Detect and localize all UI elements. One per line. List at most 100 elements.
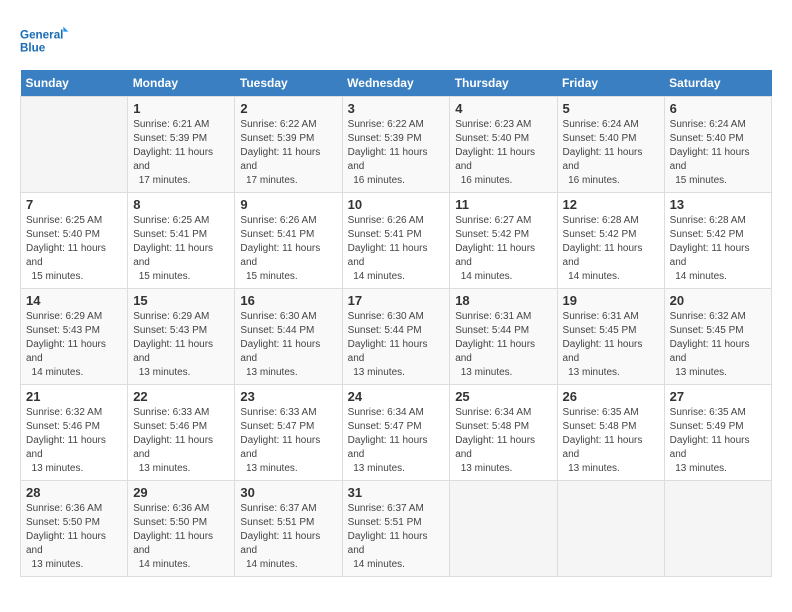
day-number: 6	[670, 101, 766, 116]
sunrise-label: Sunrise: 6:22 AM	[348, 119, 424, 130]
calendar-cell	[557, 481, 664, 577]
sunset-label: Sunset: 5:41 PM	[348, 229, 422, 240]
calendar-cell	[450, 481, 557, 577]
day-info: Sunrise: 6:30 AM Sunset: 5:44 PM Dayligh…	[240, 310, 336, 380]
day-info: Sunrise: 6:34 AM Sunset: 5:48 PM Dayligh…	[455, 406, 551, 476]
calendar-cell: 5 Sunrise: 6:24 AM Sunset: 5:40 PM Dayli…	[557, 97, 664, 193]
sunrise-label: Sunrise: 6:21 AM	[133, 119, 209, 130]
daylight-label: Daylight: 11 hours and 13 minutes.	[240, 435, 320, 474]
week-row-4: 21 Sunrise: 6:32 AM Sunset: 5:46 PM Dayl…	[21, 385, 772, 481]
week-row-3: 14 Sunrise: 6:29 AM Sunset: 5:43 PM Dayl…	[21, 289, 772, 385]
sunrise-label: Sunrise: 6:31 AM	[563, 311, 639, 322]
sunset-label: Sunset: 5:51 PM	[348, 517, 422, 528]
calendar-cell: 31 Sunrise: 6:37 AM Sunset: 5:51 PM Dayl…	[342, 481, 450, 577]
day-number: 27	[670, 389, 766, 404]
day-number: 31	[348, 485, 445, 500]
daylight-label: Daylight: 11 hours and 13 minutes.	[133, 339, 213, 378]
sunset-label: Sunset: 5:43 PM	[133, 325, 207, 336]
day-info: Sunrise: 6:21 AM Sunset: 5:39 PM Dayligh…	[133, 118, 229, 188]
daylight-label: Daylight: 11 hours and 13 minutes.	[348, 435, 428, 474]
svg-text:General: General	[20, 28, 63, 41]
calendar-cell: 21 Sunrise: 6:32 AM Sunset: 5:46 PM Dayl…	[21, 385, 128, 481]
day-number: 3	[348, 101, 445, 116]
day-number: 17	[348, 293, 445, 308]
daylight-label: Daylight: 11 hours and 15 minutes.	[26, 243, 106, 282]
day-info: Sunrise: 6:25 AM Sunset: 5:41 PM Dayligh…	[133, 214, 229, 284]
daylight-label: Daylight: 11 hours and 13 minutes.	[455, 435, 535, 474]
logo-svg: General Blue	[20, 20, 70, 60]
day-number: 26	[563, 389, 659, 404]
calendar-cell: 11 Sunrise: 6:27 AM Sunset: 5:42 PM Dayl…	[450, 193, 557, 289]
day-info: Sunrise: 6:24 AM Sunset: 5:40 PM Dayligh…	[563, 118, 659, 188]
day-info: Sunrise: 6:28 AM Sunset: 5:42 PM Dayligh…	[670, 214, 766, 284]
day-info: Sunrise: 6:35 AM Sunset: 5:48 PM Dayligh…	[563, 406, 659, 476]
calendar-cell: 23 Sunrise: 6:33 AM Sunset: 5:47 PM Dayl…	[235, 385, 342, 481]
sunset-label: Sunset: 5:45 PM	[670, 325, 744, 336]
header-saturday: Saturday	[664, 70, 771, 97]
week-row-1: 1 Sunrise: 6:21 AM Sunset: 5:39 PM Dayli…	[21, 97, 772, 193]
day-number: 28	[26, 485, 122, 500]
sunrise-label: Sunrise: 6:35 AM	[563, 407, 639, 418]
sunset-label: Sunset: 5:48 PM	[455, 421, 529, 432]
day-number: 15	[133, 293, 229, 308]
day-number: 24	[348, 389, 445, 404]
day-number: 16	[240, 293, 336, 308]
sunrise-label: Sunrise: 6:34 AM	[455, 407, 531, 418]
sunset-label: Sunset: 5:43 PM	[26, 325, 100, 336]
daylight-label: Daylight: 11 hours and 14 minutes.	[133, 531, 213, 570]
daylight-label: Daylight: 11 hours and 13 minutes.	[670, 435, 750, 474]
daylight-label: Daylight: 11 hours and 14 minutes.	[348, 531, 428, 570]
daylight-label: Daylight: 11 hours and 16 minutes.	[348, 147, 428, 186]
sunset-label: Sunset: 5:39 PM	[348, 133, 422, 144]
calendar-table: SundayMondayTuesdayWednesdayThursdayFrid…	[20, 70, 772, 577]
sunset-label: Sunset: 5:42 PM	[455, 229, 529, 240]
calendar-cell: 4 Sunrise: 6:23 AM Sunset: 5:40 PM Dayli…	[450, 97, 557, 193]
sunrise-label: Sunrise: 6:23 AM	[455, 119, 531, 130]
sunrise-label: Sunrise: 6:33 AM	[240, 407, 316, 418]
day-info: Sunrise: 6:34 AM Sunset: 5:47 PM Dayligh…	[348, 406, 445, 476]
sunrise-label: Sunrise: 6:36 AM	[26, 503, 102, 514]
day-info: Sunrise: 6:33 AM Sunset: 5:46 PM Dayligh…	[133, 406, 229, 476]
sunrise-label: Sunrise: 6:26 AM	[348, 215, 424, 226]
daylight-label: Daylight: 11 hours and 13 minutes.	[670, 339, 750, 378]
sunrise-label: Sunrise: 6:37 AM	[348, 503, 424, 514]
sunset-label: Sunset: 5:49 PM	[670, 421, 744, 432]
day-info: Sunrise: 6:22 AM Sunset: 5:39 PM Dayligh…	[240, 118, 336, 188]
sunset-label: Sunset: 5:40 PM	[26, 229, 100, 240]
sunset-label: Sunset: 5:47 PM	[348, 421, 422, 432]
sunrise-label: Sunrise: 6:29 AM	[133, 311, 209, 322]
week-row-5: 28 Sunrise: 6:36 AM Sunset: 5:50 PM Dayl…	[21, 481, 772, 577]
calendar-cell	[21, 97, 128, 193]
day-number: 11	[455, 197, 551, 212]
calendar-cell: 14 Sunrise: 6:29 AM Sunset: 5:43 PM Dayl…	[21, 289, 128, 385]
calendar-cell: 19 Sunrise: 6:31 AM Sunset: 5:45 PM Dayl…	[557, 289, 664, 385]
day-info: Sunrise: 6:30 AM Sunset: 5:44 PM Dayligh…	[348, 310, 445, 380]
day-info: Sunrise: 6:25 AM Sunset: 5:40 PM Dayligh…	[26, 214, 122, 284]
calendar-cell: 24 Sunrise: 6:34 AM Sunset: 5:47 PM Dayl…	[342, 385, 450, 481]
calendar-cell: 3 Sunrise: 6:22 AM Sunset: 5:39 PM Dayli…	[342, 97, 450, 193]
day-info: Sunrise: 6:29 AM Sunset: 5:43 PM Dayligh…	[133, 310, 229, 380]
daylight-label: Daylight: 11 hours and 13 minutes.	[133, 435, 213, 474]
day-number: 25	[455, 389, 551, 404]
daylight-label: Daylight: 11 hours and 14 minutes.	[670, 243, 750, 282]
day-info: Sunrise: 6:37 AM Sunset: 5:51 PM Dayligh…	[348, 502, 445, 572]
sunset-label: Sunset: 5:44 PM	[455, 325, 529, 336]
sunset-label: Sunset: 5:40 PM	[563, 133, 637, 144]
sunrise-label: Sunrise: 6:35 AM	[670, 407, 746, 418]
day-number: 7	[26, 197, 122, 212]
sunset-label: Sunset: 5:50 PM	[26, 517, 100, 528]
sunset-label: Sunset: 5:39 PM	[133, 133, 207, 144]
day-info: Sunrise: 6:36 AM Sunset: 5:50 PM Dayligh…	[26, 502, 122, 572]
sunrise-label: Sunrise: 6:32 AM	[26, 407, 102, 418]
day-info: Sunrise: 6:32 AM Sunset: 5:46 PM Dayligh…	[26, 406, 122, 476]
calendar-cell: 16 Sunrise: 6:30 AM Sunset: 5:44 PM Dayl…	[235, 289, 342, 385]
day-number: 1	[133, 101, 229, 116]
sunset-label: Sunset: 5:51 PM	[240, 517, 314, 528]
calendar-cell: 29 Sunrise: 6:36 AM Sunset: 5:50 PM Dayl…	[128, 481, 235, 577]
header-monday: Monday	[128, 70, 235, 97]
day-number: 12	[563, 197, 659, 212]
sunset-label: Sunset: 5:44 PM	[240, 325, 314, 336]
week-row-2: 7 Sunrise: 6:25 AM Sunset: 5:40 PM Dayli…	[21, 193, 772, 289]
sunset-label: Sunset: 5:40 PM	[670, 133, 744, 144]
day-info: Sunrise: 6:26 AM Sunset: 5:41 PM Dayligh…	[240, 214, 336, 284]
